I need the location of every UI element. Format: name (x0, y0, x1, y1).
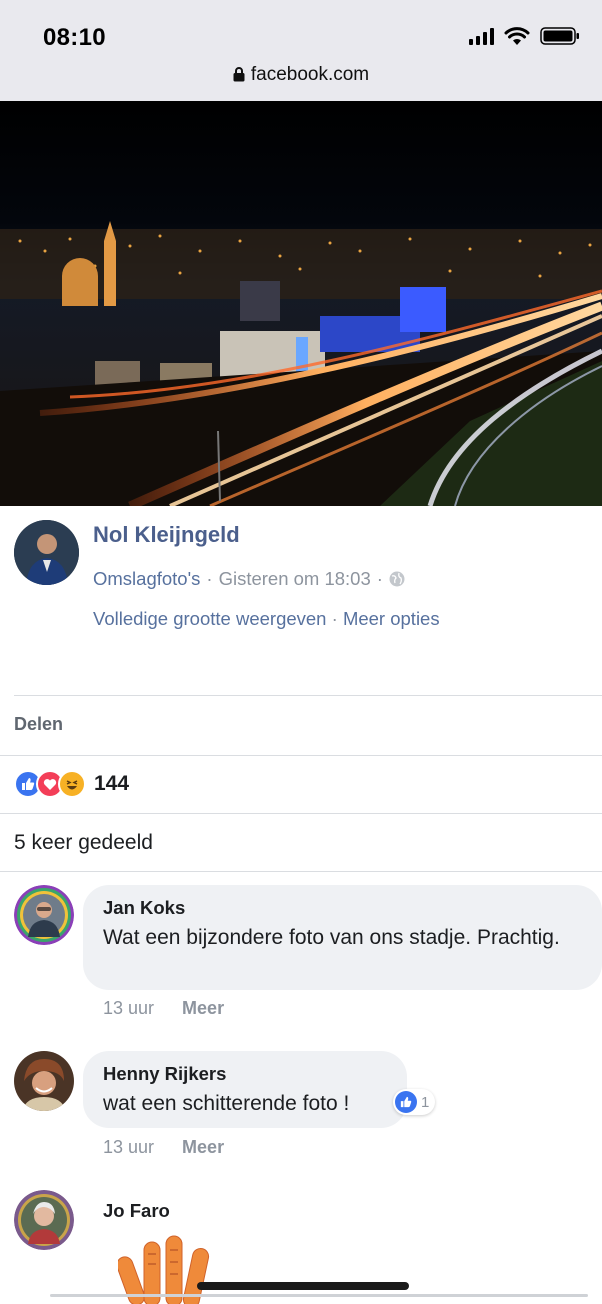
status-time: 08:10 (43, 24, 106, 51)
meta-separator: · (376, 568, 383, 589)
commenter-name[interactable]: Jo Faro (103, 1200, 170, 1222)
view-full-size-link[interactable]: Volledige grootte weergeven (93, 608, 326, 629)
address-bar[interactable]: facebook.com (0, 64, 602, 86)
comment-avatar[interactable] (14, 885, 74, 945)
comment-time[interactable]: 13 uur (103, 998, 154, 1019)
shares-count[interactable]: 5 keer gedeeld (14, 831, 153, 855)
comment-actions: 13 uur Meer (103, 1137, 224, 1158)
comment-like-count: 1 (421, 1093, 430, 1111)
home-indicator[interactable] (197, 1282, 409, 1290)
post-time[interactable]: Gisteren om 18:03 (219, 568, 371, 590)
status-icons (469, 26, 580, 46)
battery-icon (540, 27, 579, 45)
album-link[interactable]: Omslagfoto's (93, 568, 200, 590)
globe-icon (389, 571, 405, 587)
wifi-icon (504, 26, 530, 45)
divider (0, 755, 602, 756)
browser-top-bar: 08:10 facebook.com (0, 0, 602, 101)
commenter-name[interactable]: Jan Koks (103, 897, 582, 919)
post-links: Volledige grootte weergeven · Meer optie… (93, 608, 440, 630)
author-name[interactable]: Nol Kleijngeld (93, 522, 240, 548)
comment-time[interactable]: 13 uur (103, 1137, 154, 1158)
divider (0, 871, 602, 872)
comment-text: Wat een bijzondere foto van ons stadje. … (103, 926, 560, 949)
comment-bubble[interactable]: Jan Koks Wat een bijzondere foto van ons… (83, 885, 602, 990)
like-icon (395, 1091, 417, 1113)
scroll-track (50, 1294, 588, 1297)
divider (14, 695, 602, 696)
meta-separator: · (206, 568, 213, 589)
cover-photo[interactable] (0, 101, 602, 506)
comment-more-button[interactable]: Meer (182, 998, 224, 1019)
share-button[interactable]: Delen (14, 714, 63, 735)
links-separator: · (331, 608, 338, 629)
comment-actions: 13 uur Meer (103, 998, 224, 1019)
url-text: facebook.com (250, 64, 370, 85)
comment-avatar[interactable] (14, 1051, 74, 1111)
author-avatar[interactable] (14, 520, 79, 585)
divider (0, 813, 602, 814)
cellular-signal-icon (469, 27, 494, 45)
haha-icon (58, 770, 86, 798)
comment-text: wat een schitterende foto ! (103, 1092, 350, 1115)
lock-icon (233, 67, 245, 82)
comment-more-button[interactable]: Meer (182, 1137, 224, 1158)
reactions-summary[interactable]: 144 (14, 770, 129, 798)
comment-bubble[interactable]: Henny Rijkers wat een schitterende foto … (83, 1051, 407, 1128)
reaction-count: 144 (94, 772, 130, 795)
more-options-link[interactable]: Meer opties (343, 608, 440, 629)
comment-like-badge[interactable]: 1 (393, 1089, 436, 1115)
post-meta: Omslagfoto's · Gisteren om 18:03 · (93, 568, 405, 590)
comment-avatar[interactable] (14, 1190, 74, 1250)
commenter-name[interactable]: Henny Rijkers (103, 1063, 387, 1085)
